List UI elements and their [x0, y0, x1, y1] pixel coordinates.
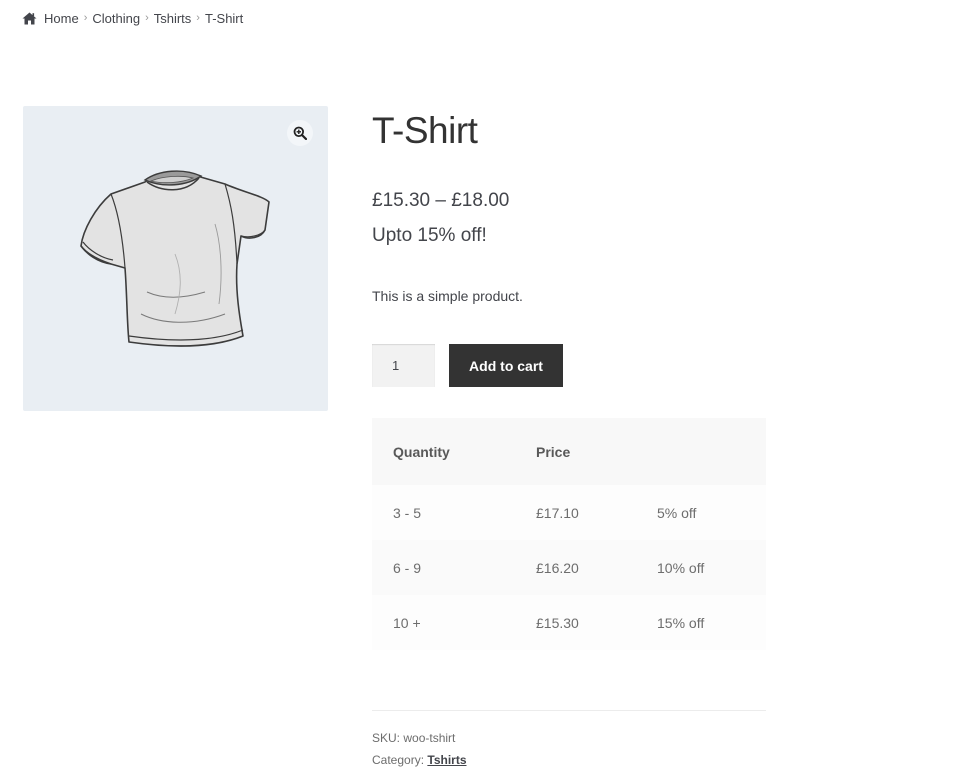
column-header-discount	[657, 418, 766, 485]
tier-discount: 5% off	[657, 485, 766, 540]
breadcrumb-tshirts-link[interactable]: Tshirts	[154, 11, 192, 26]
product-price: £15.30 – £18.00	[372, 190, 510, 211]
divider	[372, 710, 766, 711]
category-link[interactable]: Tshirts	[427, 753, 466, 767]
tier-discount: 15% off	[657, 595, 766, 650]
tier-quantity: 6 - 9	[372, 540, 536, 595]
product-meta: SKU: woo-tshirt Category: Tshirts	[372, 727, 467, 771]
sku-label: SKU:	[372, 731, 401, 745]
column-header-quantity: Quantity	[372, 418, 536, 485]
tier-price: £15.30	[536, 595, 657, 650]
home-icon[interactable]	[22, 12, 37, 25]
sku-value: woo-tshirt	[403, 731, 456, 745]
table-row: 6 - 9 £16.20 10% off	[372, 540, 766, 595]
tier-quantity: 3 - 5	[372, 485, 536, 540]
breadcrumb-current: T-Shirt	[204, 10, 244, 26]
breadcrumb: Home › Clothing › Tshirts › T-Shirt	[22, 9, 243, 27]
tier-pricing-table: Quantity Price 3 - 5 £17.10 5% off 6 - 9…	[372, 418, 766, 650]
table-header-row: Quantity Price	[372, 418, 766, 485]
add-to-cart-form: Add to cart	[372, 344, 563, 387]
breadcrumb-separator: ›	[83, 12, 88, 24]
quantity-input[interactable]	[372, 344, 435, 387]
tier-discount: 10% off	[657, 540, 766, 595]
tier-price: £17.10	[536, 485, 657, 540]
zoom-in-icon	[293, 126, 307, 140]
product-title: T-Shirt	[372, 110, 478, 151]
table-row: 10 + £15.30 15% off	[372, 595, 766, 650]
tier-quantity: 10 +	[372, 595, 536, 650]
short-description: This is a simple product.	[372, 288, 523, 304]
column-header-price: Price	[536, 418, 657, 485]
product-image[interactable]	[23, 106, 328, 411]
table-row: 3 - 5 £17.10 5% off	[372, 485, 766, 540]
discount-note: Upto 15% off!	[372, 225, 487, 246]
category-label: Category:	[372, 753, 425, 767]
sku-line: SKU: woo-tshirt	[372, 727, 467, 749]
product-page: Home › Clothing › Tshirts › T-Shirt T-Sh…	[0, 0, 960, 776]
category-line: Category: Tshirts	[372, 749, 467, 771]
breadcrumb-clothing-link[interactable]: Clothing	[92, 11, 140, 26]
breadcrumb-separator: ›	[145, 12, 149, 24]
zoom-button[interactable]	[287, 120, 313, 146]
breadcrumb-separator: ›	[196, 12, 200, 24]
tier-price: £16.20	[536, 540, 657, 595]
add-to-cart-button[interactable]: Add to cart	[449, 344, 563, 387]
breadcrumb-home-link[interactable]: Home	[44, 11, 79, 26]
tshirt-image	[80, 170, 270, 347]
